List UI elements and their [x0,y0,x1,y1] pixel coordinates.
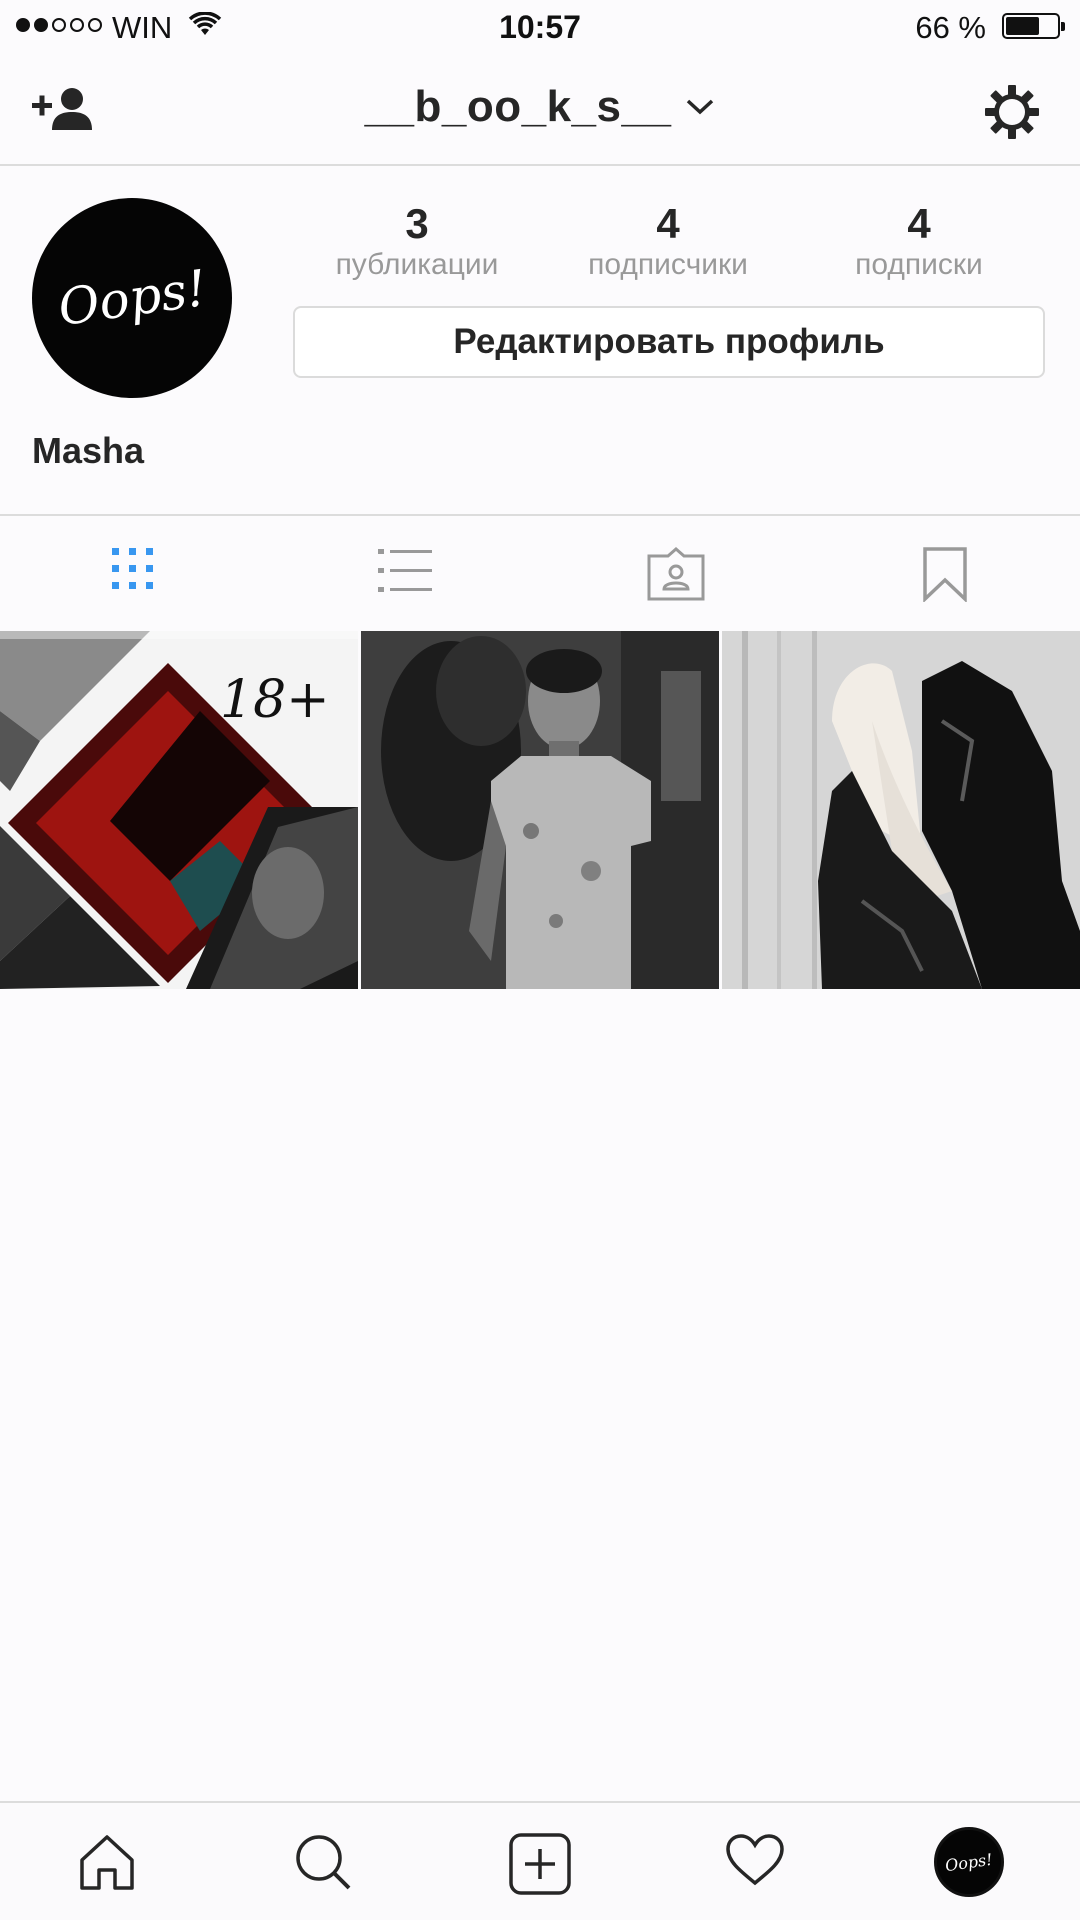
profile-header: __b_oo_k_s__ [0,54,1080,166]
post-thumbnail[interactable]: 18+ [0,631,358,989]
stat-followers[interactable]: 4 подписчики [543,200,793,282]
chevron-down-icon[interactable] [685,97,715,122]
stat-following-count: 4 [907,200,931,247]
posts-grid: 18+ [0,631,1080,989]
profile-avatar-icon[interactable]: Oops! [934,1827,1004,1897]
heart-icon[interactable] [725,1833,785,1892]
stat-posts-label: публикации [335,248,499,281]
nav-avatar-text: Oops! [944,1849,994,1875]
post-overlay-text: 18+ [220,670,330,730]
status-bar: WIN 10:57 66 % [0,0,1080,54]
display-name: Masha [32,430,145,471]
stat-posts-count: 3 [405,200,429,247]
stat-posts[interactable]: 3 публикации [292,200,542,282]
username-title[interactable]: __b_oo_k_s__ [365,82,672,132]
stat-followers-count: 4 [656,200,680,247]
battery-icon [1002,13,1065,39]
bookmark-icon[interactable] [922,546,968,607]
stat-following-label: подписки [855,248,983,281]
tagged-icon[interactable] [646,546,706,607]
grid-icon[interactable] [110,546,156,597]
battery-percentage: 66 % [915,10,986,45]
stat-followers-label: подписчики [588,248,748,281]
account-switcher[interactable]: __b_oo_k_s__ [0,82,1080,132]
bottom-navigation: Oops! [0,1801,1080,1920]
avatar-text: Oops! [54,258,210,338]
profile-view-tabs [0,514,1080,630]
profile-avatar[interactable]: Oops! [32,198,232,398]
search-icon[interactable] [294,1833,352,1896]
post-thumbnail[interactable] [361,631,719,989]
gear-icon[interactable] [984,84,1040,145]
profile-stats: 3 публикации 4 подписчики 4 подписки [292,200,1044,282]
list-icon[interactable] [378,546,432,601]
add-post-icon[interactable] [509,1833,571,1900]
instagram-profile-screen: WIN 10:57 66 % __b_oo_k_s__ Oops! 3 публ… [0,0,1080,1920]
post-thumbnail[interactable] [722,631,1080,989]
edit-profile-button[interactable]: Редактировать профиль [293,306,1045,378]
home-icon[interactable] [78,1833,136,1896]
stat-following[interactable]: 4 подписки [794,200,1044,282]
